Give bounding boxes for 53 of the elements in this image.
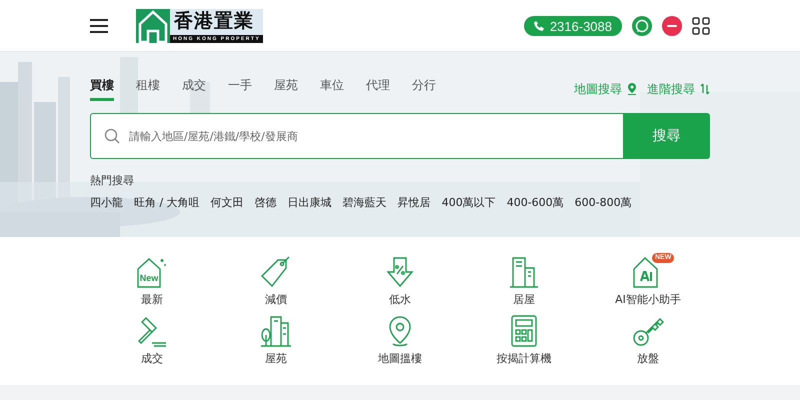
feature-label: AI智能小助手	[615, 292, 681, 307]
hot-search-link[interactable]: 400萬以下	[442, 195, 496, 210]
price-tag-icon	[260, 256, 292, 288]
feature-label: 放盤	[637, 351, 659, 366]
tab[interactable]: 代理	[366, 77, 390, 101]
feature-link[interactable]: 屋苑	[260, 315, 292, 366]
icon-text: New	[140, 273, 158, 283]
feature-link[interactable]: 地圖搵樓	[378, 315, 422, 366]
feature-label: 地圖搵樓	[378, 351, 422, 366]
tab[interactable]: 成交	[182, 77, 206, 101]
buildings-icon	[260, 315, 292, 347]
feature-link[interactable]: New 最新	[136, 256, 168, 307]
feature-label: 按揭計算機	[496, 351, 552, 366]
section-title: 熱門搜尋	[90, 173, 135, 188]
feature-label: 低水	[389, 292, 411, 307]
whatsapp-icon[interactable]	[632, 16, 652, 36]
tab[interactable]: 屋苑	[274, 77, 298, 101]
feature-link[interactable]: 放盤	[632, 315, 664, 366]
tab[interactable]: 一手	[228, 77, 252, 101]
feature-link[interactable]: 居屋	[508, 256, 540, 307]
feature-label: 減價	[265, 292, 287, 307]
feature-link[interactable]: 低水	[384, 256, 416, 307]
feature-label: 成交	[141, 351, 163, 366]
feature-link[interactable]: 減價	[260, 256, 292, 307]
house-icon	[136, 9, 170, 43]
down-arrow-icon	[384, 256, 416, 288]
feature-link[interactable]: 成交	[136, 315, 168, 366]
hot-search-link[interactable]: 400-600萬	[506, 195, 564, 210]
phone-icon	[534, 21, 544, 31]
location-icon	[627, 83, 637, 95]
tab[interactable]: 分行	[412, 77, 436, 101]
apps-grid-icon[interactable]	[692, 17, 710, 35]
search-field[interactable]: 請輸入地區/屋苑/港鐵/學校/發展商	[90, 113, 623, 159]
hot-search-link[interactable]: 600-800萬	[574, 195, 632, 210]
tab[interactable]: 買樓	[90, 77, 114, 101]
hot-search-link[interactable]: 昇悅居	[398, 195, 431, 210]
buildings-icon	[508, 256, 540, 288]
feature-link[interactable]: 按揭計算機	[496, 315, 552, 366]
menu-icon[interactable]	[90, 19, 108, 33]
tab[interactable]: 租樓	[136, 77, 160, 101]
hot-search-link[interactable]: 日出康城	[288, 195, 332, 210]
hot-search-link[interactable]: 何文田	[210, 195, 244, 210]
hot-search-link[interactable]: 碧海藍天	[342, 195, 387, 210]
sort-arrows-icon	[700, 83, 710, 95]
feature-label: 最新	[141, 292, 163, 307]
feature-label: 屋苑	[265, 351, 287, 366]
feature-label: 居屋	[513, 292, 535, 307]
logo-text: 香港置業	[172, 9, 255, 33]
tab[interactable]: 車位	[320, 77, 344, 101]
hot-search-link[interactable]: 旺角 / 大角咀	[134, 195, 200, 210]
hot-search-link[interactable]: 四小龍	[90, 195, 123, 210]
search-icon	[104, 128, 120, 144]
hot-search-link[interactable]: 啓德	[254, 195, 277, 210]
